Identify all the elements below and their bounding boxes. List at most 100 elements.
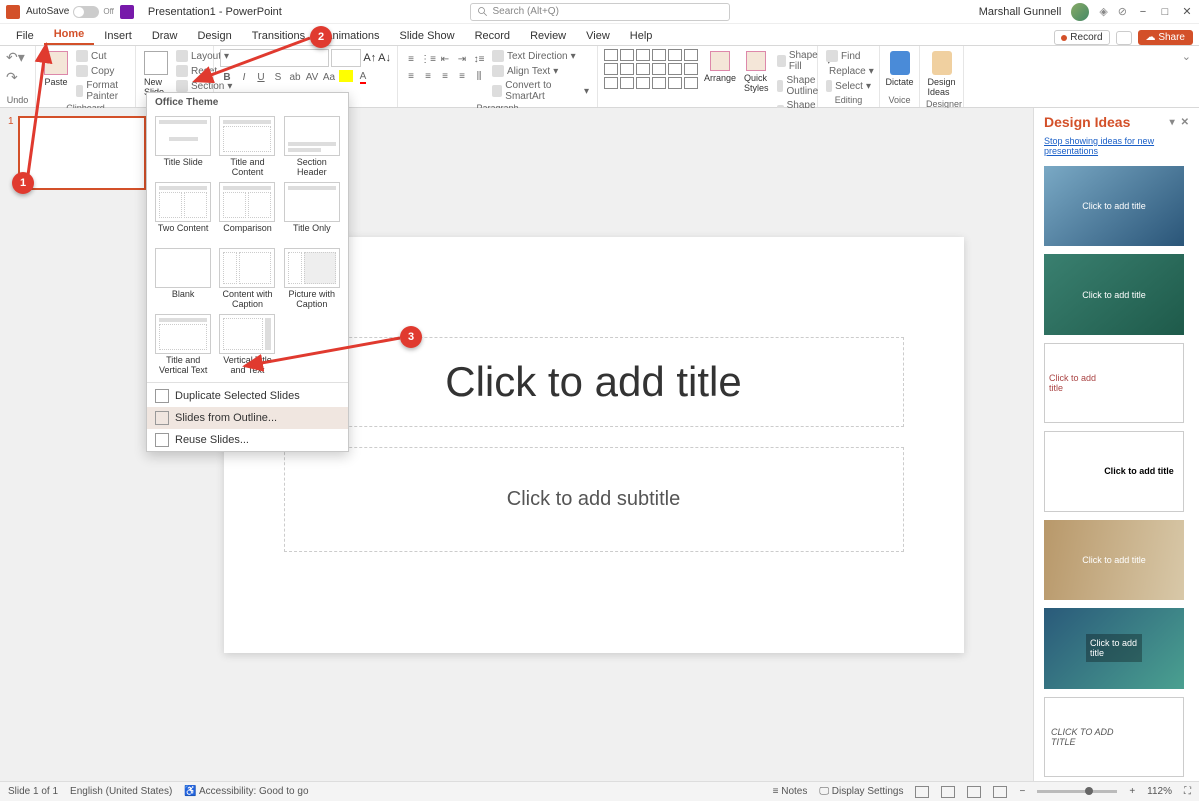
slideshow-view-button[interactable] [993,786,1007,798]
notes-button[interactable]: ≡ Notes [773,786,808,797]
font-color-button[interactable]: A [356,70,370,84]
layout-section-header[interactable]: Section Header [282,116,342,178]
save-icon[interactable] [120,5,134,19]
align-center-button[interactable]: ≡ [421,69,435,83]
text-direction-button[interactable]: Text Direction▾ [490,49,591,63]
smartart-button[interactable]: Convert to SmartArt▾ [490,79,591,103]
layout-vertical-title-text[interactable]: Vertical Title and Text [217,314,277,376]
zoom-out-button[interactable]: − [1019,786,1025,797]
numbering-button[interactable]: ⋮≡ [421,52,435,66]
shadow-button[interactable]: ab [288,70,302,84]
line-spacing-button[interactable]: ↕≡ [472,52,486,66]
indent-more-button[interactable]: ⇥ [455,52,469,66]
paste-button[interactable]: Paste [42,49,70,89]
design-idea-4[interactable]: Click to add title [1044,431,1184,511]
spacing-button[interactable]: AV [305,70,319,84]
tab-home[interactable]: Home [44,25,95,45]
columns-button[interactable]: ⫼ [472,69,486,83]
accessibility-button[interactable]: ♿ Accessibility: Good to go [184,786,308,797]
tab-design[interactable]: Design [187,27,241,45]
layout-title-slide[interactable]: Title Slide [153,116,213,178]
slides-from-outline-item[interactable]: Slides from Outline... [147,407,348,429]
tab-insert[interactable]: Insert [94,27,142,45]
decrease-font-icon[interactable]: A↓ [378,52,391,64]
record-button[interactable]: Record [1054,30,1109,45]
layout-two-content[interactable]: Two Content [153,182,213,244]
slide-counter[interactable]: Slide 1 of 1 [8,786,58,797]
design-idea-1[interactable]: Click to add title [1044,166,1184,246]
toggle-switch[interactable] [73,6,99,18]
layout-comparison[interactable]: Comparison [217,182,277,244]
pane-options-button[interactable]: ▾ [1170,117,1175,128]
select-button[interactable]: Select▾ [824,79,873,93]
layout-content-caption[interactable]: Content with Caption [217,248,277,310]
italic-button[interactable]: I [237,70,251,84]
design-idea-2[interactable]: Click to add title [1044,254,1184,334]
undo-button[interactable]: ↶▾ [6,49,25,66]
zoom-in-button[interactable]: + [1129,786,1135,797]
user-name[interactable]: Marshall Gunnell [979,6,1062,18]
close-button[interactable]: ✕ [1181,6,1193,18]
find-button[interactable]: Find [824,49,873,63]
collapse-ribbon-button[interactable]: ⌄ [1182,50,1191,63]
minimize-button[interactable]: − [1137,6,1149,18]
align-text-button[interactable]: Align Text▾ [490,64,591,78]
arrange-button[interactable]: Arrange [702,49,738,85]
case-button[interactable]: Aa [322,70,336,84]
comments-button[interactable] [1116,31,1132,45]
layout-blank[interactable]: Blank [153,248,213,310]
coming-soon-icon[interactable]: ◈ [1099,5,1107,18]
font-family-select[interactable] [220,49,329,67]
bold-button[interactable]: B [220,70,234,84]
increase-font-icon[interactable]: A↑ [363,52,376,64]
underline-button[interactable]: U [254,70,268,84]
align-left-button[interactable]: ≡ [404,69,418,83]
autosave-toggle[interactable]: AutoSave Off [26,6,114,18]
language-button[interactable]: English (United States) [70,786,172,797]
reuse-slides-item[interactable]: Reuse Slides... [147,429,348,451]
align-right-button[interactable]: ≡ [438,69,452,83]
sorter-view-button[interactable] [941,786,955,798]
fit-window-button[interactable]: ⛶ [1184,786,1191,797]
tab-draw[interactable]: Draw [142,27,188,45]
reading-view-button[interactable] [967,786,981,798]
tab-help[interactable]: Help [620,27,663,45]
tab-slideshow[interactable]: Slide Show [390,27,465,45]
normal-view-button[interactable] [915,786,929,798]
tab-file[interactable]: File [6,27,44,45]
title-placeholder[interactable]: Click to add title [284,337,904,427]
user-avatar[interactable] [1071,3,1089,21]
tab-transitions[interactable]: Transitions [242,27,315,45]
link-icon[interactable]: ⊘ [1118,5,1127,18]
layout-title-only[interactable]: Title Only [282,182,342,244]
strike-button[interactable]: S [271,70,285,84]
design-idea-7[interactable]: CLICK TO ADD TITLE [1044,697,1184,777]
display-settings-button[interactable]: 🖵 Display Settings [819,786,903,797]
design-idea-3[interactable]: Click to add title [1044,343,1184,423]
tab-review[interactable]: Review [520,27,576,45]
share-button[interactable]: ☁ Share [1138,30,1193,45]
design-ideas-button[interactable]: Design Ideas [926,49,957,99]
copy-button[interactable]: Copy [74,64,129,78]
format-painter-button[interactable]: Format Painter [74,79,129,103]
font-size-select[interactable] [331,49,361,67]
layout-picture-caption[interactable]: Picture with Caption [282,248,342,310]
zoom-level[interactable]: 112% [1147,786,1172,797]
layout-title-vertical-text[interactable]: Title and Vertical Text [153,314,213,376]
indent-less-button[interactable]: ⇤ [438,52,452,66]
subtitle-placeholder[interactable]: Click to add subtitle [284,447,904,552]
pane-close-button[interactable]: ✕ [1181,117,1189,128]
shapes-gallery[interactable] [604,49,698,89]
bullets-button[interactable]: ≡ [404,52,418,66]
replace-button[interactable]: Replace▾ [824,64,873,78]
justify-button[interactable]: ≡ [455,69,469,83]
tab-view[interactable]: View [576,27,620,45]
duplicate-slides-item[interactable]: Duplicate Selected Slides [147,385,348,407]
zoom-slider[interactable] [1037,790,1117,793]
cut-button[interactable]: Cut [74,49,129,63]
tab-record[interactable]: Record [465,27,520,45]
design-idea-6[interactable]: Click to add title [1044,608,1184,688]
stop-ideas-link[interactable]: Stop showing ideas for new presentations [1034,136,1199,162]
dictate-button[interactable]: Dictate [886,49,913,89]
quick-styles-button[interactable]: Quick Styles [742,49,771,95]
